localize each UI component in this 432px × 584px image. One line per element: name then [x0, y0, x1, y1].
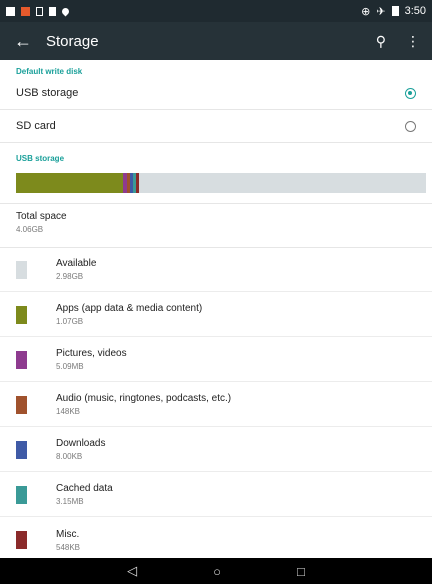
app-icon	[21, 6, 30, 16]
item-label: Pictures, videos	[56, 348, 127, 359]
navigation-bar: ◁ ○ □	[0, 558, 432, 584]
status-bar: ⊕ ✈ 3:50	[0, 0, 432, 22]
radio-checked-icon[interactable]	[405, 87, 416, 99]
color-swatch	[16, 350, 27, 369]
usb-icon	[36, 6, 43, 16]
item-label: Downloads	[56, 438, 106, 449]
color-swatch	[16, 440, 27, 459]
storage-item-audio[interactable]: Audio (music, ringtones, podcasts, etc.)…	[0, 383, 432, 427]
storage-usage-bar	[16, 173, 426, 193]
color-swatch	[16, 260, 27, 279]
status-left-icons	[6, 6, 71, 16]
bar-segment-apps	[16, 173, 123, 193]
battery-icon	[391, 6, 399, 16]
nav-recents-icon[interactable]: □	[297, 564, 305, 579]
radio-unchecked-icon[interactable]	[405, 120, 416, 132]
item-label: Apps (app data & media content)	[56, 303, 203, 314]
airplane-icon: ✈	[376, 5, 386, 18]
arrow-left-icon[interactable]: ←	[0, 31, 46, 52]
item-label: Misc.	[56, 528, 80, 540]
total-space: Total space 4.06GB	[16, 211, 67, 234]
sd-icon	[49, 6, 56, 16]
item-size: 148KB	[56, 407, 81, 416]
clock: 3:50	[404, 5, 426, 17]
option-label: USB storage	[16, 87, 79, 99]
app-bar: ← Storage ⚲ ⋮	[0, 22, 432, 60]
storage-item-apps[interactable]: Apps (app data & media content) 1.07GB	[0, 293, 432, 337]
option-sd-card[interactable]: SD card	[0, 110, 432, 143]
bar-segment-misc	[136, 173, 139, 193]
total-space-value: 4.06GB	[16, 225, 44, 234]
color-swatch	[16, 305, 27, 324]
section-header-usb-storage: USB storage	[16, 154, 65, 163]
location-icon	[60, 6, 71, 16]
storage-item-cached-data[interactable]: Cached data 3.15MB	[0, 473, 432, 517]
color-swatch	[16, 531, 27, 549]
nav-home-icon[interactable]: ○	[213, 564, 221, 579]
storage-item-pictures-videos[interactable]: Pictures, videos 5.09MB	[0, 338, 432, 382]
section-header-default-write-disk: Default write disk	[16, 67, 83, 76]
color-swatch	[16, 485, 27, 504]
notification-icon	[6, 6, 15, 16]
app-bar-actions: ⚲ ⋮	[376, 33, 432, 50]
item-size: 1.07GB	[56, 317, 84, 326]
item-size: 5.09MB	[56, 362, 84, 371]
search-icon[interactable]: ⚲	[376, 33, 386, 50]
item-size: 8.00KB	[56, 452, 83, 461]
more-vert-icon[interactable]: ⋮	[406, 33, 420, 50]
page-title: Storage	[46, 32, 99, 50]
color-swatch	[16, 395, 27, 414]
status-right-icons: ⊕ ✈ 3:50	[361, 5, 426, 18]
item-size: 2.98GB	[56, 272, 84, 281]
item-size: 548KB	[56, 542, 81, 552]
item-size: 3.15MB	[56, 497, 84, 506]
storage-item-misc[interactable]: Misc. 548KB	[0, 518, 432, 562]
storage-item-available[interactable]: Available 2.98GB	[0, 248, 432, 292]
storage-item-downloads[interactable]: Downloads 8.00KB	[0, 428, 432, 472]
item-label: Audio (music, ringtones, podcasts, etc.)	[56, 393, 232, 404]
nav-back-icon[interactable]: ◁	[127, 563, 137, 579]
signal-icon: ⊕	[361, 5, 371, 18]
item-label: Available	[56, 258, 97, 269]
option-usb-storage[interactable]: USB storage	[0, 77, 432, 110]
item-label: Cached data	[56, 483, 113, 494]
divider	[0, 203, 432, 204]
option-label: SD card	[16, 120, 56, 132]
total-space-label: Total space	[16, 211, 67, 222]
